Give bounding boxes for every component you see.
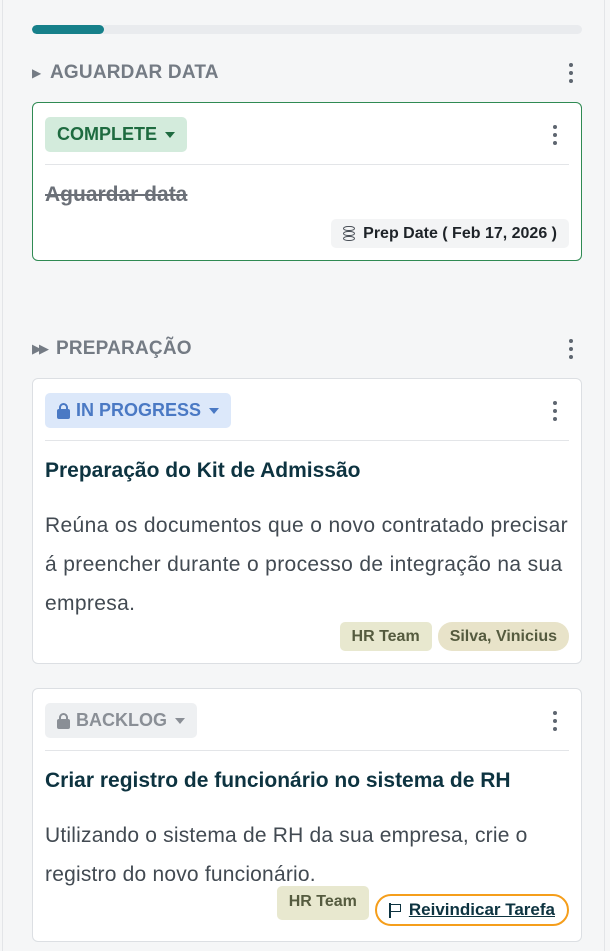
lock-icon: [57, 712, 70, 729]
flag-icon: [388, 902, 403, 918]
task-list-panel: ▶ AGUARDAR DATA COMPLETE Aguardar data P…: [2, 0, 605, 951]
section-header-aguardar-data[interactable]: ▶ AGUARDAR DATA: [32, 59, 583, 87]
claim-task-button[interactable]: Reivindicar Tarefa: [374, 894, 569, 926]
prep-date-badge: Prep Date ( Feb 17, 2026 ): [331, 219, 569, 248]
claim-task-label: Reivindicar Tarefa: [408, 900, 555, 919]
lock-icon: [57, 402, 70, 419]
progress-fill: [32, 25, 104, 34]
task-description: Reúna os documentos que o novo contratad…: [45, 514, 568, 615]
task-title[interactable]: Aguardar data: [45, 183, 569, 207]
database-icon: [343, 226, 356, 241]
divider: [45, 750, 569, 751]
task-card-preparacao-kit[interactable]: IN PROGRESS Preparação do Kit de Admissã…: [32, 378, 582, 664]
section-more-icon[interactable]: [565, 63, 577, 83]
tag-list: HR Team Reivindicar Tarefa: [276, 886, 569, 926]
caret-right-icon[interactable]: ▶: [32, 66, 50, 80]
team-tag: HR Team: [276, 886, 369, 920]
divider: [45, 440, 569, 441]
status-dropdown[interactable]: BACKLOG: [45, 703, 197, 738]
prep-date-label: Prep Date ( Feb 17, 2026 ): [363, 224, 557, 242]
status-label: COMPLETE: [57, 124, 158, 144]
task-card-aguardar-data[interactable]: COMPLETE Aguardar data Prep Date ( Feb 1…: [32, 102, 582, 261]
chevron-down-icon: [165, 131, 176, 138]
status-dropdown[interactable]: IN PROGRESS: [45, 393, 232, 428]
tag-list: HR Team Silva, Vinicius: [339, 622, 569, 651]
progress-bar: [32, 25, 582, 34]
assignee-tag: Silva, Vinicius: [437, 622, 569, 651]
divider: [45, 164, 569, 165]
task-card-criar-registro[interactable]: BACKLOG Criar registro de funcionário no…: [32, 688, 582, 942]
section-title: AGUARDAR DATA: [50, 62, 219, 83]
section-more-icon[interactable]: [565, 339, 577, 359]
section-title: PREPARAÇÃO: [56, 338, 192, 359]
team-tag: HR Team: [339, 622, 432, 651]
fast-forward-icon[interactable]: ▶▶: [32, 341, 56, 357]
task-description: Utilizando o sistema de RH da sua empres…: [45, 824, 528, 886]
task-title[interactable]: Criar registro de funcionário no sistema…: [45, 769, 569, 793]
task-title[interactable]: Preparação do Kit de Admissão: [45, 459, 569, 483]
card-more-icon[interactable]: [549, 401, 561, 421]
section-header-preparacao[interactable]: ▶▶ PREPARAÇÃO: [32, 335, 583, 363]
status-label: BACKLOG: [76, 710, 167, 730]
card-more-icon[interactable]: [549, 125, 561, 145]
status-dropdown[interactable]: COMPLETE: [45, 117, 188, 152]
status-label: IN PROGRESS: [76, 400, 202, 420]
chevron-down-icon: [209, 407, 220, 414]
card-more-icon[interactable]: [549, 711, 561, 731]
chevron-down-icon: [175, 717, 185, 724]
